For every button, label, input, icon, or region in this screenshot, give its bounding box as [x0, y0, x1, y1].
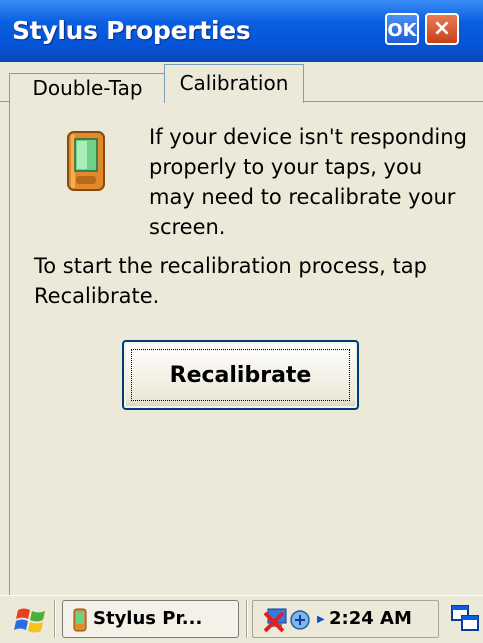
- connection-icon[interactable]: [289, 607, 311, 633]
- taskbar-separator: [246, 600, 248, 638]
- ok-button[interactable]: OK: [385, 13, 419, 45]
- clock[interactable]: 2:24 AM: [329, 608, 412, 629]
- tray-arrow-icon: ▶: [317, 614, 325, 625]
- system-tray: ▶ 2:24 AM: [252, 600, 439, 638]
- taskbar-separator: [54, 600, 56, 638]
- taskbar-window-button[interactable]: Stylus Pr...: [62, 600, 239, 638]
- title-bar: Stylus Properties OK ×: [0, 0, 483, 62]
- tab-double-tap[interactable]: Double-Tap: [9, 73, 166, 102]
- pocket-pc-device-icon: [73, 608, 87, 632]
- network-disconnected-icon[interactable]: [262, 605, 292, 633]
- close-button[interactable]: ×: [425, 13, 459, 45]
- tab-calibration[interactable]: Calibration: [164, 64, 304, 103]
- recalibrate-button[interactable]: Recalibrate: [122, 340, 359, 410]
- recalibrate-label: Recalibrate: [131, 349, 350, 401]
- windows-flag-icon[interactable]: [14, 604, 48, 636]
- recalibration-instructions: To start the recalibration process, tap …: [34, 254, 427, 308]
- switch-windows-icon[interactable]: [450, 604, 480, 634]
- calibration-info-text: If your device isn't responding properly…: [149, 125, 467, 239]
- window-title: Stylus Properties: [12, 16, 251, 45]
- pocket-pc-device-icon: [67, 131, 105, 191]
- taskbar-window-label: Stylus Pr...: [93, 608, 203, 629]
- tab-panel-border: [9, 101, 10, 595]
